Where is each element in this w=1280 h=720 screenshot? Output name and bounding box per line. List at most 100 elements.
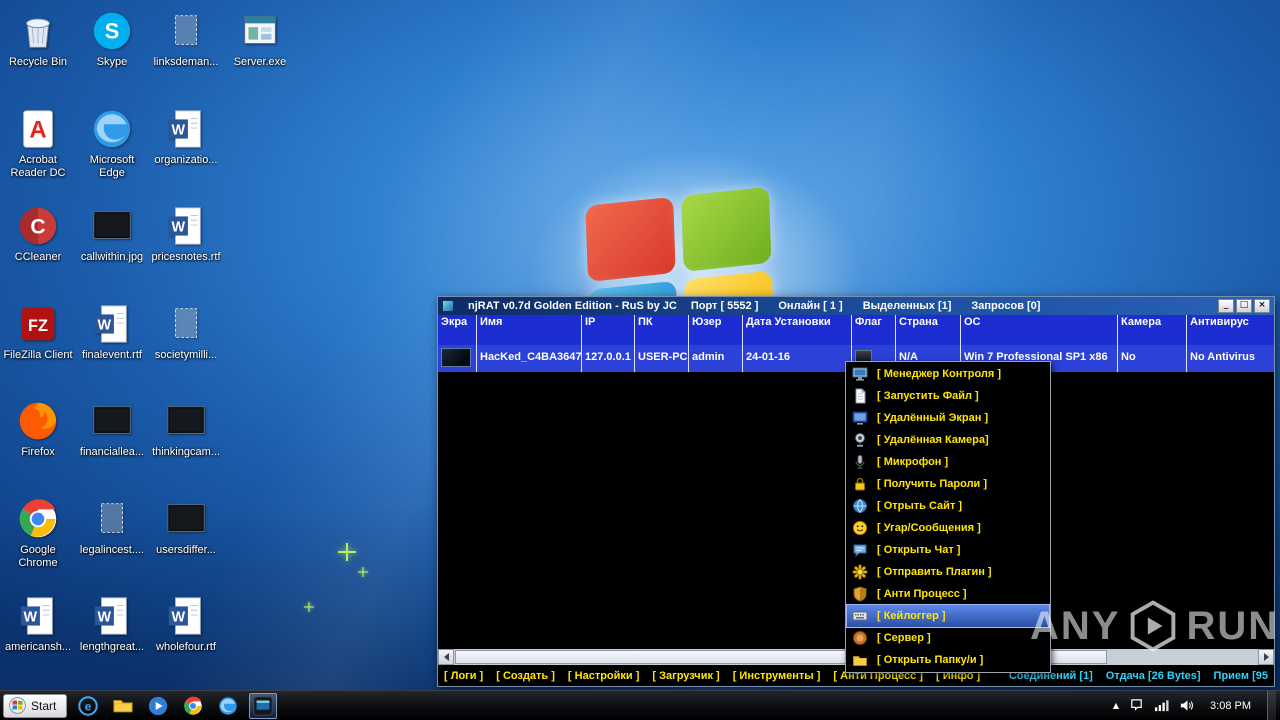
- screen-thumbnail-icon: [441, 348, 471, 367]
- row-cell-0[interactable]: [438, 345, 477, 372]
- desktop-icon-label: pricesnotes.rtf: [151, 251, 221, 263]
- ghost-doc-icon: [163, 8, 209, 54]
- desktop-icon-label: societymilli...: [154, 348, 218, 361]
- footer-button-настройки[interactable]: [ Настройки ]: [568, 670, 639, 682]
- context-menu: [ Менеджер Контроля ] [ Запустить Файл ] […: [845, 361, 1051, 673]
- remote-camera-icon: [852, 432, 868, 448]
- desktop-icon-microsoft-edge[interactable]: Microsoft Edge: [76, 106, 148, 200]
- maximize-button[interactable]: □: [1236, 299, 1252, 313]
- desktop-icon-label: Server.exe: [233, 56, 287, 68]
- desktop-icon-ccleaner[interactable]: C CCleaner: [2, 203, 74, 297]
- window-title: njRAT v0.7d Golden Edition - RuS by JC: [468, 300, 677, 312]
- network-icon[interactable]: [1154, 698, 1169, 713]
- column-header-ос[interactable]: ОС: [961, 315, 1118, 345]
- menu-item-запустить-файл[interactable]: [ Запустить Файл ]: [847, 385, 1049, 407]
- desktop-icon-skype[interactable]: S Skype: [76, 8, 148, 102]
- close-button[interactable]: ×: [1254, 299, 1270, 313]
- desktop-icon-filezilla-client[interactable]: FZ FileZilla Client: [2, 301, 74, 395]
- start-button[interactable]: Start: [3, 693, 68, 718]
- ghost-doc-icon: [89, 496, 135, 542]
- menu-item-получить-пароли[interactable]: [ Получить Пароли ]: [847, 473, 1049, 495]
- menu-item-удал-нный-экран[interactable]: [ Удалённый Экран ]: [847, 407, 1049, 429]
- column-header-имя[interactable]: Имя: [477, 315, 582, 345]
- show-desktop-button[interactable]: [1267, 690, 1276, 720]
- volume-icon[interactable]: [1179, 698, 1194, 713]
- row-cell-2[interactable]: 127.0.0.1: [582, 345, 635, 372]
- desktop-icon-google-chrome[interactable]: Google Chrome: [2, 496, 74, 590]
- taskbar-button-google-chrome[interactable]: [179, 693, 207, 719]
- scroll-left-button[interactable]: [438, 649, 454, 665]
- scroll-right-button[interactable]: [1258, 649, 1274, 665]
- footer-button-загрузчик[interactable]: [ Загрузчик ]: [652, 670, 719, 682]
- menu-item-менеджер-контроля[interactable]: [ Менеджер Контроля ]: [847, 363, 1049, 385]
- taskbar-button-internet-explorer[interactable]: e: [74, 693, 102, 719]
- column-header-пк[interactable]: ПК: [635, 315, 689, 345]
- footer-stat-отдача-26-bytes: Отдача [26 Bytes]: [1105, 669, 1201, 682]
- menu-item-label: [ Анти Процесс ]: [877, 588, 967, 600]
- desktop-icon-legalincest[interactable]: legalincest....: [76, 496, 148, 590]
- desktop-icon-pricesnotes-rtf[interactable]: Wpricesnotes.rtf: [150, 203, 222, 297]
- menu-item-отрыть-сайт[interactable]: [ Отрыть Сайт ]: [847, 495, 1049, 517]
- desktop-icon-financiallea[interactable]: financiallea...: [76, 398, 148, 492]
- taskbar-clock[interactable]: 3:08 PM: [1204, 700, 1257, 712]
- column-header-страна[interactable]: Страна: [896, 315, 961, 345]
- column-header-юзер[interactable]: Юзер: [689, 315, 743, 345]
- taskbar-button-microsoft-edge[interactable]: [214, 693, 242, 719]
- taskbar-button-media-player[interactable]: [144, 693, 172, 719]
- svg-text:e: e: [85, 699, 92, 713]
- menu-item-открыть-чат[interactable]: [ Открыть Чат ]: [847, 539, 1049, 561]
- column-header-ip[interactable]: IP: [582, 315, 635, 345]
- desktop-icon-server-exe[interactable]: Server.exe: [224, 8, 296, 102]
- row-cell-10[interactable]: No Antivirus: [1187, 345, 1274, 372]
- minimize-button[interactable]: _: [1218, 299, 1234, 313]
- column-header-дата-установки[interactable]: Дата Установки: [743, 315, 852, 345]
- desktop-icon-finalevent-rtf[interactable]: Wfinalevent.rtf: [76, 301, 148, 395]
- njrat-window-icon: [442, 300, 454, 312]
- menu-item-кейлоггер[interactable]: [ Кейлоггер ]: [846, 604, 1050, 628]
- menu-item-label: [ Кейлоггер ]: [877, 610, 946, 622]
- row-cell-1[interactable]: HacKed_C4BA3647: [477, 345, 582, 372]
- menu-item-удал-нная-камера[interactable]: [ Удалённая Камера]: [847, 429, 1049, 451]
- row-cell-5[interactable]: 24-01-16: [743, 345, 852, 372]
- column-header-экра[interactable]: Экра: [438, 315, 477, 345]
- desktop-icon-callwithin-jpg[interactable]: callwithin.jpg: [76, 203, 148, 297]
- taskbar-button-njrat[interactable]: [249, 692, 278, 719]
- desktop-icon-firefox[interactable]: Firefox: [2, 398, 74, 492]
- footer-button-логи[interactable]: [ Логи ]: [444, 670, 483, 682]
- desktop-icon-linksdeman[interactable]: linksdeman...: [150, 8, 222, 102]
- word-doc-icon: W: [15, 593, 61, 639]
- desktop-icon-organizatio[interactable]: Worganizatio...: [150, 106, 222, 200]
- desktop-icon-recycle-bin[interactable]: Recycle Bin: [2, 8, 74, 102]
- footer-button-инструменты[interactable]: [ Инструменты ]: [733, 670, 821, 682]
- menu-item-сервер[interactable]: [ Сервер ]: [847, 627, 1049, 649]
- taskbar-button-windows-explorer[interactable]: [109, 693, 137, 719]
- recycle-bin-icon: [15, 8, 61, 54]
- menu-item-микрофон[interactable]: [ Микрофон ]: [847, 451, 1049, 473]
- word-doc-icon: W: [163, 106, 209, 152]
- menu-item-угар-сообщения[interactable]: [ Угар/Сообщения ]: [847, 517, 1049, 539]
- menu-item-отправить-плагин[interactable]: [ Отправить Плагин ]: [847, 561, 1049, 583]
- show-hidden-icons-button[interactable]: ▲: [1113, 701, 1119, 710]
- action-center-icon[interactable]: [1129, 698, 1144, 713]
- desktop-icon-lengthgreat[interactable]: Wlengthgreat...: [76, 593, 148, 687]
- menu-item-анти-процесс[interactable]: [ Анти Процесс ]: [847, 583, 1049, 605]
- footer-button-создать[interactable]: [ Создать ]: [496, 670, 555, 682]
- row-cell-9[interactable]: No: [1118, 345, 1187, 372]
- word-doc-icon: W: [163, 593, 209, 639]
- remote-desktop-icon: [852, 410, 868, 426]
- title-stat: Запросов [0]: [971, 300, 1041, 312]
- menu-item-label: [ Микрофон ]: [877, 456, 949, 468]
- column-header-антивирус[interactable]: Антивирус: [1187, 315, 1274, 345]
- menu-item-открыть-папку-и[interactable]: [ Открыть Папку/и ]: [847, 649, 1049, 671]
- column-header-камера[interactable]: Камера: [1118, 315, 1187, 345]
- desktop-icon-acrobat-reader-dc[interactable]: A Acrobat Reader DC: [2, 106, 74, 200]
- desktop-icon-americansh[interactable]: Wamericansh...: [2, 593, 74, 687]
- desktop-icon-thinkingcam[interactable]: thinkingcam...: [150, 398, 222, 492]
- column-header-флаг[interactable]: Флаг: [852, 315, 896, 345]
- desktop-icon-wholefour-rtf[interactable]: Wwholefour.rtf: [150, 593, 222, 687]
- desktop-icon-societymilli[interactable]: societymilli...: [150, 301, 222, 395]
- desktop-icon-usersdiffer[interactable]: usersdiffer...: [150, 496, 222, 590]
- njrat-titlebar[interactable]: njRAT v0.7d Golden Edition - RuS by JC П…: [438, 297, 1274, 315]
- row-cell-4[interactable]: admin: [689, 345, 743, 372]
- row-cell-3[interactable]: USER-PC: [635, 345, 689, 372]
